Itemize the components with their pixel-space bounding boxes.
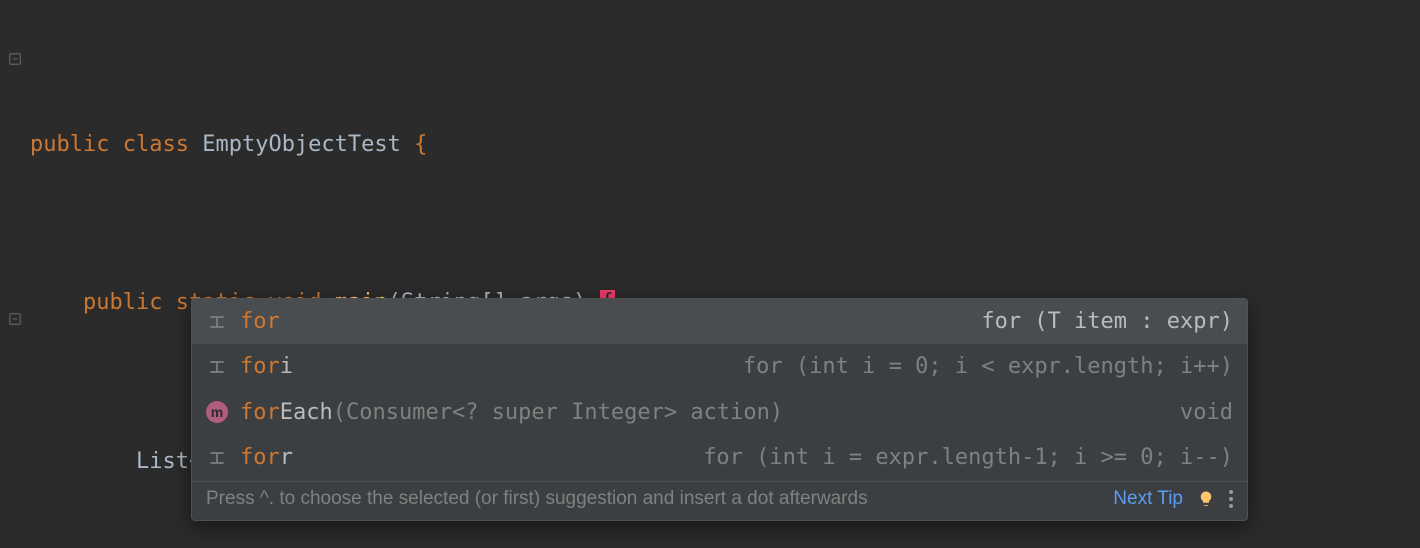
keyword: public bbox=[83, 290, 162, 315]
live-template-icon bbox=[206, 356, 228, 378]
completion-hint: Press ^. to choose the selected (or firs… bbox=[206, 488, 868, 510]
more-icon[interactable] bbox=[1229, 490, 1233, 508]
completion-item-foreach[interactable]: m forEach(Consumer<? super Integer> acti… bbox=[192, 390, 1247, 435]
completion-list[interactable]: for for (T item : expr) fori for (int i … bbox=[192, 299, 1247, 481]
completion-footer: Press ^. to choose the selected (or firs… bbox=[192, 481, 1247, 520]
completion-tail: for (T item : expr) bbox=[981, 303, 1233, 340]
live-template-icon bbox=[206, 311, 228, 333]
completion-label: for bbox=[240, 303, 280, 340]
completion-tail: for (int i = 0; i < expr.length; i++) bbox=[743, 348, 1233, 385]
completion-item-fori[interactable]: fori for (int i = 0; i < expr.length; i+… bbox=[192, 344, 1247, 389]
completion-label: fori bbox=[240, 348, 293, 385]
gutter bbox=[0, 0, 30, 548]
fold-icon[interactable] bbox=[6, 50, 24, 68]
completion-item-forr[interactable]: forr for (int i = expr.length-1; i >= 0;… bbox=[192, 435, 1247, 480]
completion-label: forr bbox=[240, 439, 293, 476]
brace: { bbox=[414, 132, 427, 157]
completion-label: forEach(Consumer<? super Integer> action… bbox=[240, 394, 783, 431]
next-tip-link[interactable]: Next Tip bbox=[1113, 488, 1183, 510]
keyword: public bbox=[30, 132, 109, 157]
method-icon: m bbox=[206, 401, 228, 423]
class-name: EmptyObjectTest bbox=[202, 132, 401, 157]
keyword: class bbox=[123, 132, 189, 157]
completion-tail: for (int i = expr.length-1; i >= 0; i--) bbox=[703, 439, 1233, 476]
live-template-icon bbox=[206, 447, 228, 469]
code-line[interactable]: public class EmptyObjectTest { bbox=[30, 125, 1420, 165]
completion-popup[interactable]: for for (T item : expr) fori for (int i … bbox=[191, 298, 1248, 521]
completion-tail: void bbox=[1180, 394, 1233, 431]
code-editor[interactable]: public class EmptyObjectTest { public st… bbox=[0, 0, 1420, 548]
lightbulb-icon[interactable] bbox=[1197, 490, 1215, 508]
fold-icon[interactable] bbox=[6, 310, 24, 328]
type: List bbox=[136, 449, 189, 474]
completion-item-for[interactable]: for for (T item : expr) bbox=[192, 299, 1247, 344]
